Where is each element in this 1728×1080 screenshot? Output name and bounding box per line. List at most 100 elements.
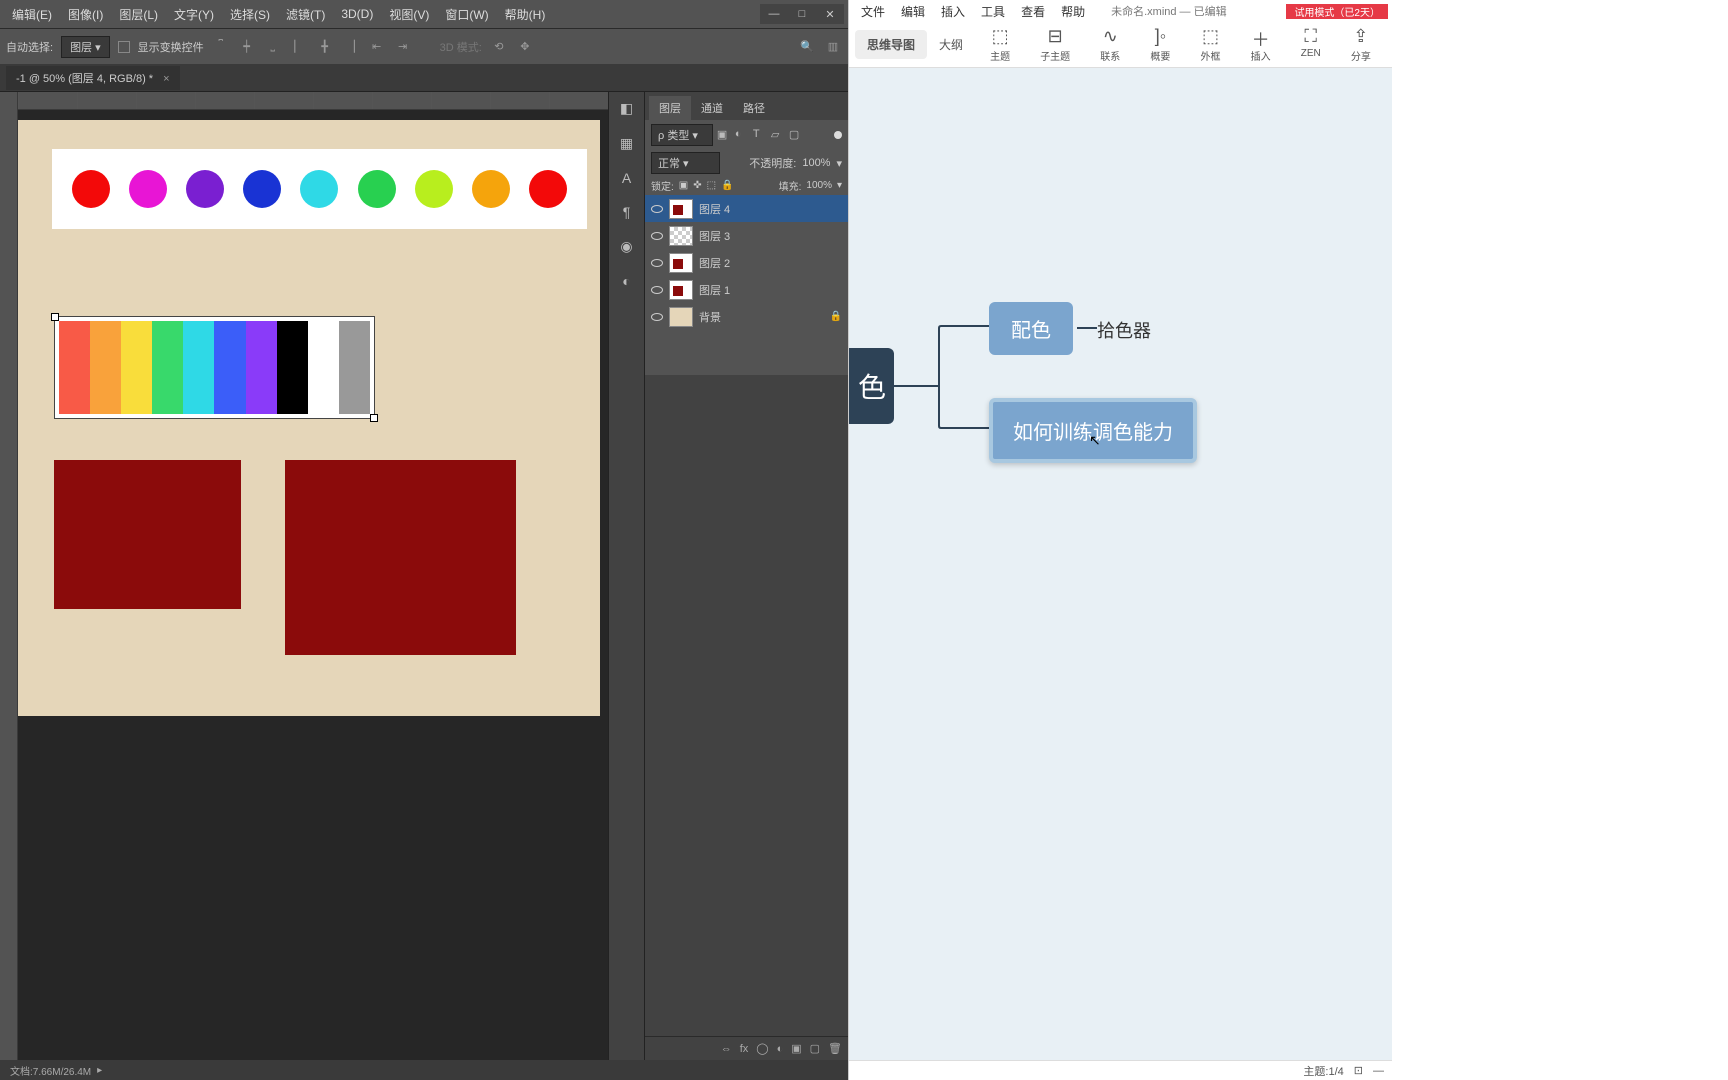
close-tab-icon[interactable]: × [163,73,169,85]
filter-type-icon[interactable]: T [753,128,767,142]
boundary-button[interactable]: ⬚外框 [1191,24,1231,65]
layer-name[interactable]: 背景 [699,309,721,325]
link-layers-icon[interactable]: ⇔ [721,1043,732,1055]
xm-menu-help[interactable]: 帮助 [1053,3,1093,20]
layer-name[interactable]: 图层 1 [699,282,730,298]
align-left-icon[interactable]: ▏ [290,38,308,56]
brushes-icon[interactable]: ◐ [622,273,630,289]
document-tab[interactable]: -1 @ 50% (图层 4, RGB/8) *× [6,66,180,90]
maximize-button[interactable]: □ [788,4,816,24]
search-icon[interactable]: 🔍 [798,38,816,56]
workspace-icon[interactable]: ▥ [824,38,842,56]
root-node[interactable]: 色 [849,348,894,424]
tab-layers[interactable]: 图层 [649,96,691,120]
visibility-icon[interactable] [651,313,663,321]
lock-all-icon[interactable]: 🔒 [721,180,733,191]
subtopic-button[interactable]: ⊟子主题 [1030,24,1080,65]
tab-channels[interactable]: 通道 [691,96,733,120]
menu-help[interactable]: 帮助(H) [497,6,554,23]
align-hcenter-icon[interactable]: ╋ [316,38,334,56]
blend-mode-dropdown[interactable]: 正常 ▾ [651,152,720,174]
menu-view[interactable]: 视图(V) [381,6,437,23]
palette-box[interactable] [54,316,375,419]
layer-row[interactable]: 背景 🔒 [645,303,848,330]
layer-row[interactable]: 图层 3 [645,222,848,249]
xm-menu-insert[interactable]: 插入 [933,3,973,20]
distribute2-icon[interactable]: ⇥ [394,38,412,56]
trial-badge[interactable]: 试用模式（已2天） [1286,4,1388,19]
menu-select[interactable]: 选择(S) [222,6,278,23]
insert-button[interactable]: ＋插入 [1241,24,1281,65]
filter-toggle[interactable] [834,131,842,139]
align-right-icon[interactable]: ▕ [342,38,360,56]
share-button[interactable]: ⇪分享 [1341,24,1381,65]
xm-menu-edit[interactable]: 编辑 [893,3,933,20]
filter-shape-icon[interactable]: ▱ [771,128,785,142]
minimize-button[interactable]: — [760,4,788,24]
xm-menu-tools[interactable]: 工具 [973,3,1013,20]
swatches-icon[interactable]: ▦ [620,135,633,152]
tab-mindmap[interactable]: 思维导图 [855,30,927,59]
pan-icon[interactable]: ✥ [516,38,534,56]
summary-button[interactable]: ]◦概要 [1140,24,1180,65]
history-icon[interactable]: ◧ [620,100,633,117]
show-controls-checkbox[interactable] [118,41,130,53]
topic-button[interactable]: ⬚主题 [980,24,1020,65]
zoom-fit-icon[interactable]: ⊡ [1354,1064,1363,1077]
visibility-icon[interactable] [651,286,663,294]
layer-name[interactable]: 图层 4 [699,201,730,217]
xm-menu-file[interactable]: 文件 [853,3,893,20]
visibility-icon[interactable] [651,232,663,240]
group-icon[interactable]: ▣ [791,1042,801,1055]
zoom-out-icon[interactable]: — [1373,1065,1384,1077]
menu-layer[interactable]: 图层(L) [111,6,166,23]
fx-icon[interactable]: fx [740,1043,749,1055]
menu-filter[interactable]: 滤镜(T) [278,6,333,23]
lock-pixels-icon[interactable]: ▣ [679,180,688,191]
layer-name[interactable]: 图层 2 [699,255,730,271]
layer-row[interactable]: 图层 4 [645,195,848,222]
xm-canvas[interactable]: 色 配色 拾色器 如何训练调色能力 ↖ [849,68,1392,1060]
canvas[interactable] [18,120,600,716]
visibility-icon[interactable] [651,205,663,213]
menu-image[interactable]: 图像(I) [60,6,111,23]
opacity-value[interactable]: 100% [802,157,830,169]
filter-adjust-icon[interactable]: ◐ [735,128,749,142]
zen-button[interactable]: ⛶ZEN [1291,24,1331,65]
delete-layer-icon[interactable]: 🗑 [828,1042,842,1055]
styles-icon[interactable]: ◉ [620,238,632,255]
paragraph-icon[interactable]: ¶ [623,204,631,220]
layer-row[interactable]: 图层 1 [645,276,848,303]
menu-edit[interactable]: 编辑(E) [4,6,60,23]
auto-select-dropdown[interactable]: 图层 ▾ [61,36,110,58]
orbit-icon[interactable]: ⟲ [490,38,508,56]
menu-type[interactable]: 文字(Y) [166,6,222,23]
node-training-selected[interactable]: 如何训练调色能力 [989,398,1197,463]
layer-name[interactable]: 图层 3 [699,228,730,244]
adjustment-icon[interactable]: ◐ [777,1043,784,1055]
tab-outline[interactable]: 大纲 [927,30,975,59]
lock-artboard-icon[interactable]: ⬚ [707,180,716,191]
visibility-icon[interactable] [651,259,663,267]
mask-icon[interactable]: ◯ [756,1042,768,1055]
tab-paths[interactable]: 路径 [733,96,775,120]
relation-button[interactable]: ∿联系 [1090,24,1130,65]
leaf-color-picker[interactable]: 拾色器 [1097,317,1151,343]
layer-row[interactable]: 图层 2 [645,249,848,276]
new-layer-icon[interactable]: ▢ [810,1042,820,1055]
menu-3d[interactable]: 3D(D) [333,7,381,21]
align-top-icon[interactable]: ⎴ [212,38,230,56]
lock-position-icon[interactable]: ✜ [693,180,701,191]
align-bottom-icon[interactable]: ⎵ [264,38,282,56]
close-button[interactable]: ✕ [816,4,844,24]
fill-value[interactable]: 100% [806,180,832,191]
filter-type-dropdown[interactable]: ρ 类型 ▾ [651,124,713,146]
filter-smart-icon[interactable]: ▢ [789,128,803,142]
distribute-icon[interactable]: ⇤ [368,38,386,56]
xm-menu-view[interactable]: 查看 [1013,3,1053,20]
filter-pixel-icon[interactable]: ▣ [717,128,731,142]
menu-window[interactable]: 窗口(W) [437,6,496,23]
node-color-scheme[interactable]: 配色 [989,302,1073,355]
align-vcenter-icon[interactable]: ┿ [238,38,256,56]
character-icon[interactable]: A [622,170,631,186]
